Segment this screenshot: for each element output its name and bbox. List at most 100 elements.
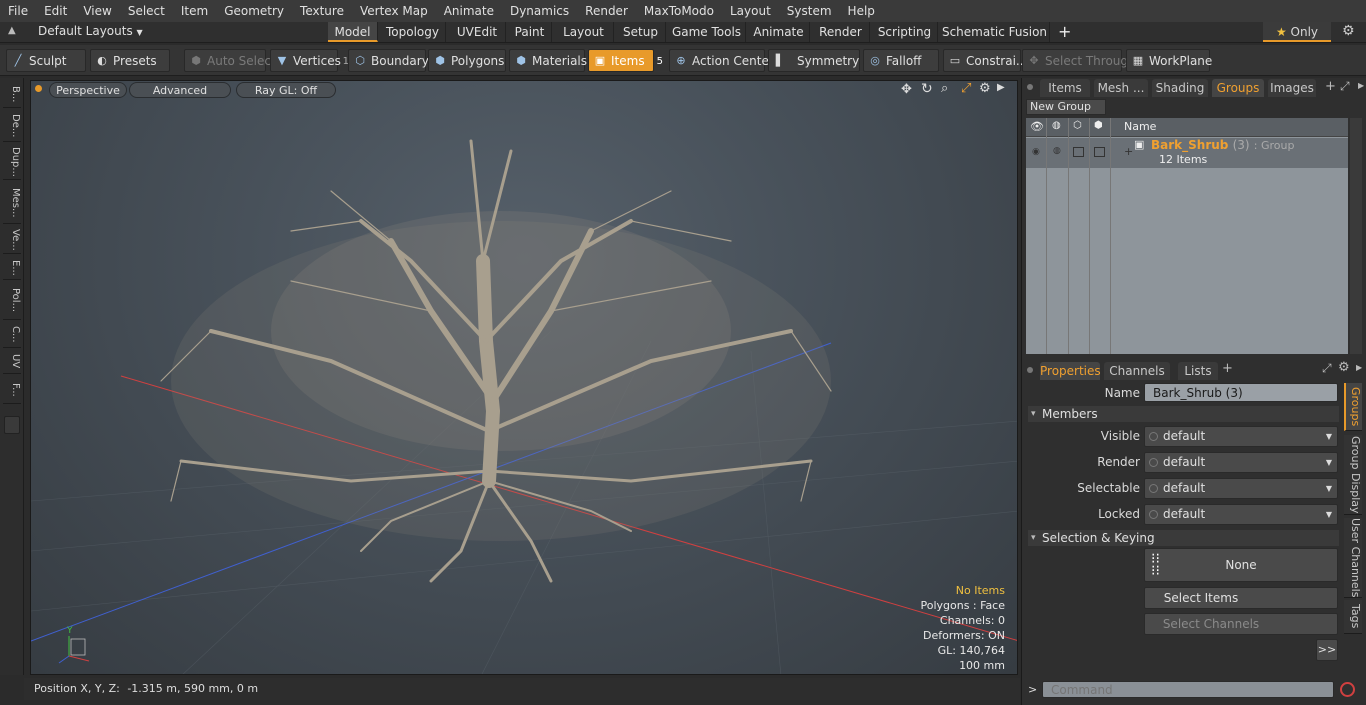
add-props-tab-button[interactable]: +	[1222, 361, 1233, 376]
menu-item-layout[interactable]: Layout	[722, 0, 779, 22]
menu-item-file[interactable]: File	[0, 0, 36, 22]
polygons-button[interactable]: ⬢ Polygons	[428, 49, 506, 72]
layout-tab-layout[interactable]: Layout	[554, 22, 614, 42]
side-tab-user-channels[interactable]: User Channels	[1344, 518, 1362, 598]
props-tab-lists[interactable]: Lists	[1178, 362, 1218, 380]
layout-tab-schematic-fusion[interactable]: Schematic Fusion	[940, 22, 1050, 42]
layout-tab-uvedit[interactable]: UVEdit	[449, 22, 506, 42]
menu-item-help[interactable]: Help	[840, 0, 883, 22]
new-group-button[interactable]: New Group	[1026, 99, 1106, 115]
lock-cube-icon[interactable]: ⬡	[1073, 120, 1082, 131]
menu-item-view[interactable]: View	[75, 0, 119, 22]
layout-tab-game-tools[interactable]: Game Tools	[668, 22, 746, 42]
symmetry-button[interactable]: ▌ Symmetry	[768, 49, 860, 72]
layout-tab-setup[interactable]: Setup	[616, 22, 666, 42]
only-button[interactable]: ★ Only	[1263, 22, 1331, 42]
prop-dropdown-render[interactable]: default ▼	[1144, 452, 1338, 473]
expand-plus-icon[interactable]: +	[1124, 145, 1133, 158]
panel-tab-groups[interactable]: Groups	[1212, 79, 1264, 97]
side-tab-groups[interactable]: Groups	[1344, 383, 1362, 431]
vertices-button[interactable]: ▼ Vertices 1	[270, 49, 349, 72]
row-eye-icon[interactable]: ◉	[1032, 147, 1040, 157]
members-section[interactable]: Members	[1028, 406, 1339, 422]
menu-item-maxtomodo[interactable]: MaxToModo	[636, 0, 722, 22]
prop-dropdown-locked[interactable]: default ▼	[1144, 504, 1338, 525]
constraints-button[interactable]: ▭ Constrai...	[943, 49, 1027, 72]
row-select-checkbox[interactable]	[1094, 147, 1105, 157]
left-strip-tab[interactable]: Mes...	[3, 182, 21, 224]
left-strip-tab[interactable]: Pol...	[3, 282, 21, 320]
layout-preset-dropdown[interactable]: Default Layouts ▼	[38, 24, 143, 38]
prop-dropdown-visible[interactable]: default ▼	[1144, 426, 1338, 447]
command-input[interactable]	[1042, 681, 1334, 698]
layout-tab-render[interactable]: Render	[812, 22, 870, 42]
select-cube-icon[interactable]: ⬢	[1094, 120, 1103, 131]
eye-icon[interactable]: 👁	[1030, 120, 1044, 133]
add-panel-tab-button[interactable]: +	[1325, 79, 1336, 94]
select-items-button[interactable]: Select Items	[1144, 587, 1338, 609]
action-center-button[interactable]: ⊕ Action Center	[669, 49, 774, 72]
menu-item-system[interactable]: System	[779, 0, 840, 22]
layout-tab-paint[interactable]: Paint	[508, 22, 552, 42]
props-arrow-icon[interactable]: ▶	[1356, 363, 1362, 372]
groups-scrollbar[interactable]	[1350, 118, 1362, 354]
groups-panel-dot-icon[interactable]	[1027, 84, 1033, 90]
panel-tab-mesh[interactable]: Mesh ...	[1094, 79, 1148, 97]
selection-keying-section[interactable]: Selection & Keying	[1028, 530, 1339, 546]
left-strip-tab[interactable]: B...	[3, 82, 21, 108]
falloff-button[interactable]: ◎ Falloff	[863, 49, 939, 72]
left-strip-toggle-button[interactable]	[4, 416, 20, 434]
left-strip-tab[interactable]: UV	[3, 350, 21, 374]
more-button[interactable]: >>	[1316, 639, 1338, 661]
gear-icon[interactable]: ⚙	[1342, 23, 1355, 39]
row-render-icon[interactable]: ◍	[1053, 146, 1061, 156]
layout-tab-animate[interactable]: Animate	[748, 22, 810, 42]
render-icon[interactable]: ◍	[1052, 120, 1061, 131]
layout-tab-topology[interactable]: Topology	[380, 22, 446, 42]
menu-item-item[interactable]: Item	[173, 0, 216, 22]
properties-panel-dot-icon[interactable]	[1027, 367, 1033, 373]
layout-tab-model[interactable]: Model	[328, 22, 378, 42]
menu-item-vertex-map[interactable]: Vertex Map	[352, 0, 436, 22]
left-strip-tab[interactable]: F...	[3, 376, 21, 404]
scroll-arrow-icon[interactable]: ▶	[1358, 81, 1364, 90]
menu-item-animate[interactable]: Animate	[436, 0, 502, 22]
panel-tab-shading[interactable]: Shading	[1152, 79, 1208, 97]
side-tab-tags[interactable]: Tags	[1344, 600, 1362, 634]
props-tab-properties[interactable]: Properties	[1040, 362, 1101, 380]
layout-tab-scripting[interactable]: Scripting	[872, 22, 938, 42]
boundary-button[interactable]: ⬡ Boundary	[348, 49, 429, 72]
name-input[interactable]	[1144, 383, 1338, 402]
props-gear-icon[interactable]: ⚙	[1338, 360, 1350, 375]
none-button[interactable]: ⁝⁝ ⁝⁝ None	[1144, 548, 1338, 582]
side-tab-group-display[interactable]: Group Display	[1344, 435, 1362, 515]
auto-select-button[interactable]: ⬢ Auto Select	[184, 49, 276, 72]
select-through-button[interactable]: ✥ Select Through	[1022, 49, 1136, 72]
select-channels-button[interactable]: Select Channels	[1144, 613, 1338, 635]
menu-item-dynamics[interactable]: Dynamics	[502, 0, 577, 22]
left-strip-tab[interactable]: De...	[3, 110, 21, 142]
left-strip-tab[interactable]: Ve...	[3, 226, 21, 254]
panel-tab-items[interactable]: Items	[1040, 79, 1090, 97]
left-strip-tab[interactable]: Dup...	[3, 144, 21, 180]
materials-button[interactable]: ⬢ Materials	[509, 49, 587, 72]
group-row[interactable]: ◉ ◍ + ▣ Bark_Shrub (3) : Group 12 Items	[1026, 138, 1348, 168]
left-strip-tab[interactable]: E...	[3, 256, 21, 280]
expand-panel-icon[interactable]: ⤢	[1340, 79, 1350, 94]
sculpt-button[interactable]: ╱ Sculpt	[6, 49, 86, 72]
left-strip-tab[interactable]: C...	[3, 322, 21, 348]
items-button[interactable]: ▣ Items 5	[588, 49, 663, 72]
layout-grip-icon[interactable]: ▲	[8, 25, 22, 39]
presets-button[interactable]: ◐ Presets	[90, 49, 170, 72]
3d-viewport[interactable]: Perspective Advanced Ray GL: Off ✥ ↻ ⌕ ⤢…	[30, 80, 1018, 675]
menu-item-render[interactable]: Render	[577, 0, 636, 22]
menu-item-geometry[interactable]: Geometry	[216, 0, 292, 22]
menu-item-texture[interactable]: Texture	[292, 0, 352, 22]
menu-item-select[interactable]: Select	[120, 0, 173, 22]
panel-tab-images[interactable]: Images	[1268, 79, 1316, 97]
expand-props-icon[interactable]: ⤢	[1322, 361, 1332, 376]
row-lock-checkbox[interactable]	[1073, 147, 1084, 157]
workplane-button[interactable]: ▦ WorkPlane	[1126, 49, 1212, 72]
add-tab-button[interactable]: +	[1058, 22, 1071, 42]
menu-item-edit[interactable]: Edit	[36, 0, 75, 22]
